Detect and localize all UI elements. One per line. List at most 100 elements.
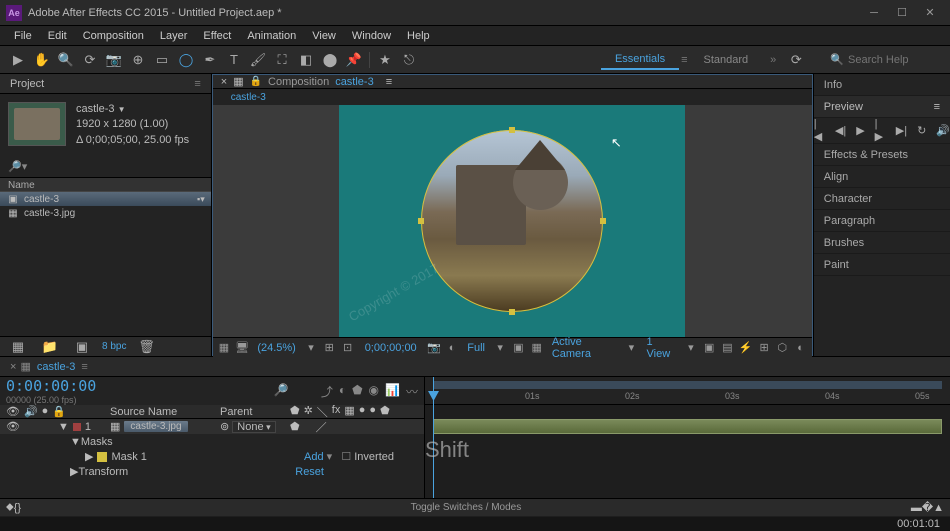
channel-icon[interactable]: ◐ [445,342,459,354]
mask-mode-dropdown[interactable]: Add [304,451,324,463]
timeline-layer[interactable]: 👁▼1 ▦castle-3.jpg ⊚ None ▾ ⬟／ [0,419,424,434]
stamp-tool-icon[interactable]: ⛶ [272,50,292,70]
source-name-header[interactable]: Source Name [110,406,220,418]
pickwhip-parent-icon[interactable]: ⊚ [220,421,229,433]
work-area[interactable] [433,381,942,389]
menu-window[interactable]: Window [344,28,399,44]
menu-edit[interactable]: Edit [40,28,75,44]
screen-icon[interactable]: 🖥 [235,341,249,354]
panel-paint[interactable]: Paint [814,254,950,276]
new-comp-icon[interactable]: ▣ [72,337,92,357]
menu-help[interactable]: Help [399,28,438,44]
panel-paragraph[interactable]: Paragraph [814,210,950,232]
interpret-icon[interactable]: ▦ [8,337,28,357]
asset-type-icon[interactable]: ▪▾ [197,194,205,205]
snap-icon[interactable]: ⊡ [340,341,354,354]
twirl-icon[interactable]: ▶ [85,450,93,463]
rotate-tool-icon[interactable]: ⟳ [80,50,100,70]
zoom-slider[interactable]: �▲ [922,501,944,514]
timecode[interactable]: 0:00:00:00 [6,377,96,395]
panel-effects[interactable]: Effects & Presets [814,144,950,166]
dropdown-icon[interactable]: ▾ [304,341,318,354]
panel-menu-icon[interactable]: ≡ [194,78,200,90]
graph-icon[interactable]: 📊 [385,383,400,400]
panel-character[interactable]: Character [814,188,950,210]
ruler-icon[interactable]: ⊞ [322,341,336,354]
bpc-label[interactable]: 8 bpc [102,341,126,352]
panel-brushes[interactable]: Brushes [814,232,950,254]
masks-group[interactable]: ▼ Masks [0,434,424,449]
zoom-value[interactable]: (24.5%) [253,342,300,354]
dropdown-icon[interactable]: ▼ [118,105,126,114]
toggle-switches-button[interactable]: Toggle Switches / Modes [411,502,522,513]
panel-preview[interactable]: Preview≡ [814,96,950,118]
twirl-icon[interactable]: ▶ [70,465,78,478]
camera-label[interactable]: Active Camera [548,336,620,360]
project-search[interactable]: 🔎▾ [0,156,211,177]
sync-icon[interactable]: ⟳ [786,50,806,70]
puppet-tool-icon[interactable]: 📌 [344,50,364,70]
mask-color-icon[interactable] [97,452,107,462]
name-column-header[interactable]: Name [0,177,211,192]
grid-icon[interactable]: ▦ [217,341,231,354]
visibility-icon[interactable]: 👁 [6,420,20,433]
wiggle-icon[interactable]: 〰 [406,383,418,400]
canvas[interactable] [339,105,685,337]
anchor-tool-icon[interactable]: ⊕ [128,50,148,70]
roi-icon[interactable]: ▣ [511,341,525,354]
viewport[interactable]: ↖ Copyright © 2017 [213,105,812,337]
timeline-track-area[interactable]: 01s 02s 03s 04s 05s Shift [425,377,950,498]
maximize-button[interactable]: ☐ [888,3,916,23]
asset-row-image[interactable]: ▦ castle-3.jpg [0,206,211,220]
link-icon[interactable]: ⎋ [399,50,419,70]
snapshot-icon[interactable]: 📷 [427,341,441,354]
menu-file[interactable]: File [6,28,40,44]
zoom-tool-icon[interactable]: 🔍 [56,50,76,70]
menu-animation[interactable]: Animation [239,28,304,44]
fast-preview-icon[interactable]: ⚡ [739,341,753,354]
type-tool-icon[interactable]: T [224,50,244,70]
play-icon[interactable]: ▶ [856,124,864,137]
pen-tool-icon[interactable]: ✒ [200,50,220,70]
exposure-icon[interactable]: ◐ [793,342,807,354]
layer-name[interactable]: castle-3.jpg [124,421,187,432]
first-frame-icon[interactable]: |◀ [814,118,825,143]
camera-tool-icon[interactable]: 📷 [104,50,124,70]
views-label[interactable]: 1 View [643,336,680,360]
transform-group[interactable]: ▶ Transform Reset [0,464,424,479]
brush-tool-icon[interactable]: 🖌 [248,50,268,70]
zoom-out-icon[interactable]: ▬ [911,502,922,514]
timeline-tab[interactable]: castle-3 [37,361,76,373]
close-button[interactable]: ✕ [916,3,944,23]
lock-icon[interactable]: 🔒 [250,76,262,87]
prev-frame-icon[interactable]: ◀| [835,124,846,137]
asset-thumbnail[interactable] [8,102,66,146]
reset-button[interactable]: Reset [295,466,324,478]
close-tab-icon[interactable]: × [221,76,227,88]
panel-menu-icon[interactable]: ≡ [386,76,392,88]
mask-1-row[interactable]: ▶ Mask 1 Add ▾ ☐ Inverted [0,449,424,464]
menu-layer[interactable]: Layer [152,28,196,44]
workspace-standard[interactable]: Standard [690,51,763,69]
minimize-button[interactable]: ─ [860,3,888,23]
shy-icon[interactable]: ⤴ [321,383,333,400]
panel-align[interactable]: Align [814,166,950,188]
menu-view[interactable]: View [304,28,344,44]
search-icon[interactable]: 🔎 [274,383,289,400]
comp-name[interactable]: castle-3 [335,76,374,88]
mask-name[interactable]: Mask 1 [111,451,146,463]
hand-tool-icon[interactable]: ✋ [32,50,52,70]
comp-time[interactable]: 0;00;00;00 [359,342,423,354]
layer-bar[interactable] [433,419,942,434]
menu-composition[interactable]: Composition [75,28,152,44]
flowchart-icon[interactable]: ⬡ [775,341,789,354]
folder-icon[interactable]: 📁 [40,337,60,357]
menu-effect[interactable]: Effect [195,28,239,44]
ellipse-tool-icon[interactable]: ◯ [176,50,196,70]
asset-row-comp[interactable]: ▣ castle-3 ▪▾ [0,192,211,206]
timeline-icon[interactable]: ⊞ [757,341,771,354]
pickwhip-icon[interactable]: ▦ [110,420,120,433]
trash-icon[interactable]: 🗑 [136,337,156,357]
star-icon[interactable]: ★ [375,50,395,70]
kf-nav-icon[interactable]: ⬥ [6,501,14,514]
